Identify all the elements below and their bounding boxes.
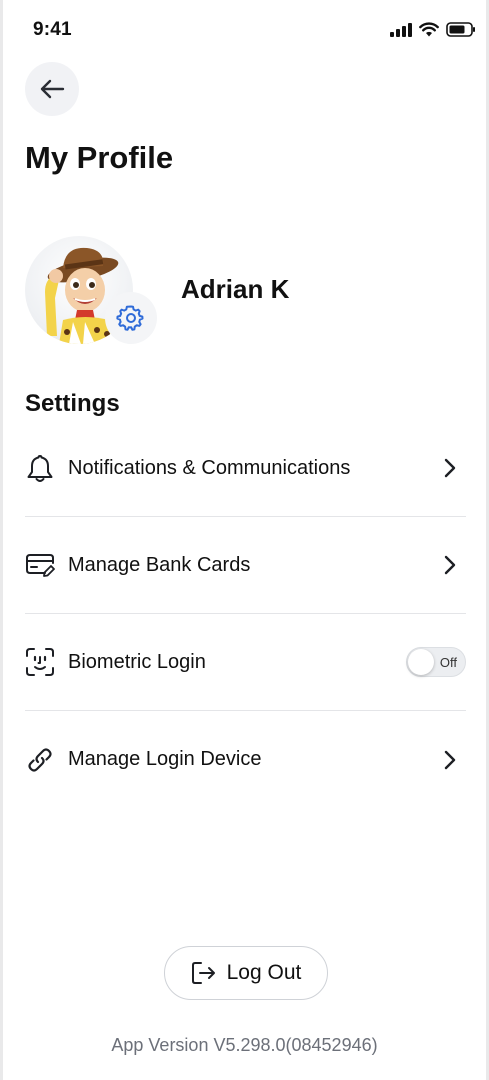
profile-name: Adrian K [181,274,290,304]
settings-item-label: Manage Bank Cards [68,553,251,576]
settings-item-login-device[interactable]: Manage Login Device [25,711,466,808]
logout-button[interactable]: Log Out [164,946,328,1000]
wifi-icon [419,22,439,37]
settings-item-biometric-login: Biometric Login Off [25,614,466,711]
settings-item-label: Notifications & Communications [68,456,351,479]
settings-section-title: Settings [25,390,120,417]
toggle-state-label: Off [439,655,457,670]
chevron-right-icon [438,748,462,772]
gear-icon [116,305,144,331]
status-time: 9:41 [33,19,72,40]
logout-label: Log Out [226,961,302,984]
app-version: App Version V5.298.0(08452946) [111,1035,378,1055]
biometric-toggle[interactable]: Off [406,647,466,677]
chevron-right-icon [438,553,462,577]
status-icons [390,22,476,37]
status-bar: 9:41 [3,0,486,60]
battery-icon [446,22,475,37]
card-edit-icon [25,550,55,580]
toggle-knob [408,649,434,675]
avatar-container [25,236,157,348]
settings-item-label: Manage Login Device [68,748,262,770]
chevron-right-icon [438,456,462,480]
settings-list: Notifications & Communications Manage Ba… [25,420,466,808]
bell-icon [25,453,55,483]
face-id-icon [25,647,55,677]
cellular-signal-icon [390,22,412,37]
link-icon [25,745,55,775]
settings-item-bank-cards[interactable]: Manage Bank Cards [25,517,466,614]
logout-icon [191,962,215,984]
arrow-left-icon [40,79,65,99]
avatar-settings-button[interactable] [105,292,157,344]
back-button[interactable] [25,62,79,116]
profile-screen: 9:41 My Profile Adrian K Settings Notifi… [3,0,486,1080]
page-title: My Profile [25,140,174,175]
settings-item-notifications[interactable]: Notifications & Communications [25,420,466,517]
settings-item-label: Biometric Login [68,650,206,673]
